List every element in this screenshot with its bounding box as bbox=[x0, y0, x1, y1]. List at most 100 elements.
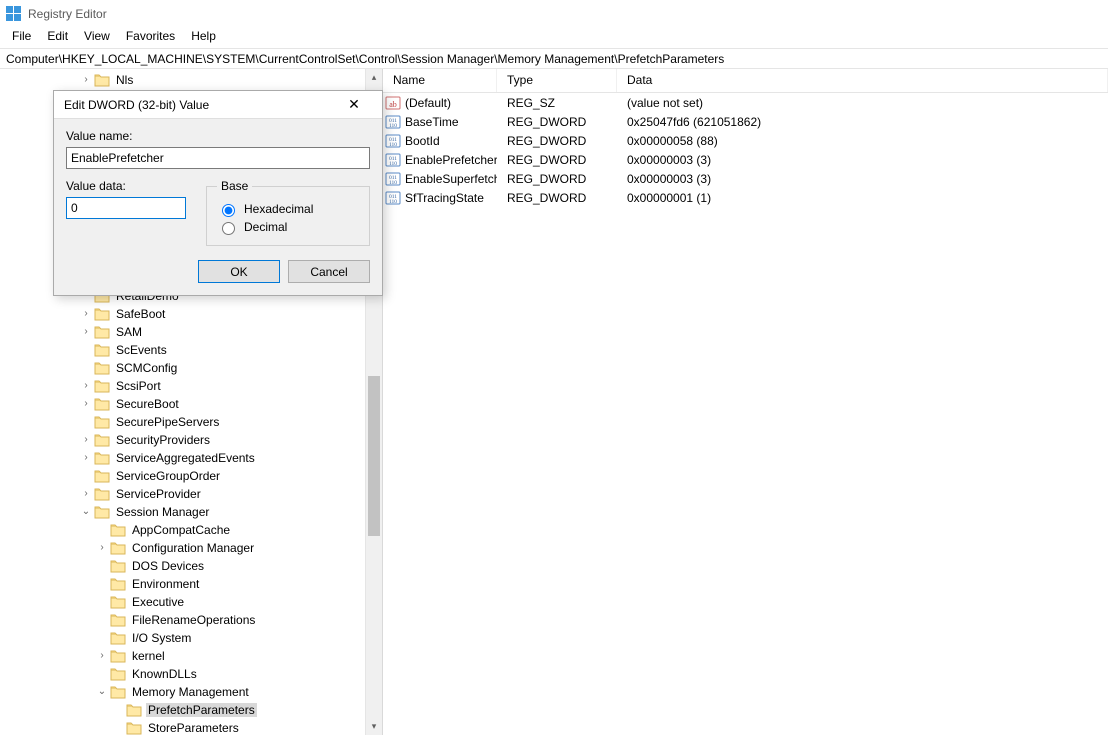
tree-item[interactable]: ·SecurePipeServers bbox=[0, 413, 365, 431]
tree-item[interactable]: ›SecurityProviders bbox=[0, 431, 365, 449]
menu-edit[interactable]: Edit bbox=[39, 28, 76, 46]
column-name[interactable]: Name bbox=[383, 69, 497, 92]
dialog-titlebar[interactable]: Edit DWORD (32-bit) Value ✕ bbox=[54, 91, 382, 119]
tree-item[interactable]: ·ScEvents bbox=[0, 341, 365, 359]
value-name: SfTracingState bbox=[405, 191, 484, 205]
tree-item[interactable]: ›kernel bbox=[0, 647, 365, 665]
value-row[interactable]: 011110BootIdREG_DWORD0x00000058 (88) bbox=[383, 131, 1108, 150]
chevron-right-icon[interactable]: › bbox=[80, 398, 92, 410]
folder-icon bbox=[94, 433, 110, 447]
tree-item-label: SafeBoot bbox=[114, 307, 167, 321]
tree-item[interactable]: ⌄Session Manager bbox=[0, 503, 365, 521]
value-data-input[interactable] bbox=[66, 197, 186, 219]
value-row[interactable]: 011110BaseTimeREG_DWORD0x25047fd6 (62105… bbox=[383, 112, 1108, 131]
chevron-right-icon[interactable]: › bbox=[80, 452, 92, 464]
tree-item[interactable]: ⌄ Memory Management bbox=[0, 683, 365, 701]
chevron-right-icon[interactable]: › bbox=[96, 542, 108, 554]
cancel-button[interactable]: Cancel bbox=[288, 260, 370, 283]
tree-item-label: SCMConfig bbox=[114, 361, 179, 375]
tree-item[interactable]: ·I/O System bbox=[0, 629, 365, 647]
binary-value-icon: 011110 bbox=[385, 190, 401, 206]
menu-favorites[interactable]: Favorites bbox=[118, 28, 183, 46]
svg-text:110: 110 bbox=[389, 142, 397, 148]
tree-item[interactable]: ·KnownDLLs bbox=[0, 665, 365, 683]
value-row[interactable]: 011110 SfTracingState REG_DWORD0x00000001 … bbox=[383, 188, 1108, 207]
tree-item[interactable]: ·SCMConfig bbox=[0, 359, 365, 377]
column-data[interactable]: Data bbox=[617, 69, 1108, 92]
string-value-icon: ab bbox=[385, 95, 401, 111]
tree-item[interactable]: › SafeBoot bbox=[0, 305, 365, 323]
value-data: 0x00000001 (1) bbox=[617, 191, 1108, 205]
tree-item-label: DOS Devices bbox=[130, 559, 206, 573]
tree-item[interactable]: ›Nls bbox=[0, 71, 365, 89]
chevron-right-icon[interactable]: › bbox=[80, 380, 92, 392]
tree-item[interactable]: ›SecureBoot bbox=[0, 395, 365, 413]
tree-item-label: KnownDLLs bbox=[130, 667, 199, 681]
tree-item[interactable]: ·Executive bbox=[0, 593, 365, 611]
chevron-right-icon[interactable]: › bbox=[80, 308, 92, 320]
tree-item[interactable]: ·Environment bbox=[0, 575, 365, 593]
value-name: EnablePrefetcher bbox=[405, 153, 497, 167]
radio-hexadecimal[interactable] bbox=[222, 204, 235, 217]
values-header: Name Type Data bbox=[383, 69, 1108, 93]
tree-item[interactable]: › ServiceAggregatedEvents bbox=[0, 449, 365, 467]
menu-help[interactable]: Help bbox=[183, 28, 224, 46]
folder-icon bbox=[94, 397, 110, 411]
folder-icon bbox=[94, 415, 110, 429]
tree-item[interactable]: ›ScsiPort bbox=[0, 377, 365, 395]
value-type: REG_DWORD bbox=[497, 134, 617, 148]
scrollbar-thumb[interactable] bbox=[368, 376, 380, 536]
ok-button[interactable]: OK bbox=[198, 260, 280, 283]
chevron-right-icon[interactable]: › bbox=[96, 650, 108, 662]
tree-item-label: Configuration Manager bbox=[130, 541, 256, 555]
tree-item[interactable]: ·PrefetchParameters bbox=[0, 701, 365, 719]
column-type[interactable]: Type bbox=[497, 69, 617, 92]
value-data: (value not set) bbox=[617, 96, 1108, 110]
value-name: BootId bbox=[405, 134, 440, 148]
radio-decimal-label: Decimal bbox=[244, 220, 287, 234]
chevron-right-icon[interactable]: › bbox=[80, 434, 92, 446]
values-list: ab(Default)REG_SZ(value not set)011110Ba… bbox=[383, 93, 1108, 207]
value-data: 0x00000003 (3) bbox=[617, 153, 1108, 167]
tree-item-label: Memory Management bbox=[130, 685, 251, 699]
value-name-input[interactable] bbox=[66, 147, 370, 169]
scroll-down-icon[interactable]: ▾ bbox=[366, 718, 382, 735]
tree-item[interactable]: ›ServiceProvider bbox=[0, 485, 365, 503]
binary-value-icon: 011110 bbox=[385, 114, 401, 130]
value-row[interactable]: ab(Default)REG_SZ(value not set) bbox=[383, 93, 1108, 112]
tree-item[interactable]: › Configuration Manager bbox=[0, 539, 365, 557]
close-icon[interactable]: ✕ bbox=[334, 91, 374, 118]
tree-item[interactable]: ·ServiceGroupOrder bbox=[0, 467, 365, 485]
tree-item[interactable]: ›SAM bbox=[0, 323, 365, 341]
chevron-down-icon[interactable]: ⌄ bbox=[80, 506, 92, 518]
dialog-title: Edit DWORD (32-bit) Value bbox=[64, 98, 209, 112]
chevron-down-icon[interactable]: ⌄ bbox=[96, 686, 108, 698]
chevron-right-icon[interactable]: › bbox=[80, 488, 92, 500]
value-data: 0x25047fd6 (621051862) bbox=[617, 115, 1108, 129]
tree-item-label: Environment bbox=[130, 577, 201, 591]
radio-decimal[interactable] bbox=[222, 222, 235, 235]
value-row[interactable]: 011110EnablePrefetcherREG_DWORD0x0000000… bbox=[383, 150, 1108, 169]
chevron-right-icon[interactable]: › bbox=[80, 74, 92, 86]
tree-item[interactable]: ·FileRenameOperations bbox=[0, 611, 365, 629]
folder-icon bbox=[126, 721, 142, 735]
tree-item-label: I/O System bbox=[130, 631, 193, 645]
folder-icon bbox=[94, 325, 110, 339]
tree-item[interactable]: ·AppCompatCache bbox=[0, 521, 365, 539]
tree-item[interactable]: ·DOS Devices bbox=[0, 557, 365, 575]
address-bar[interactable]: Computer\HKEY_LOCAL_MACHINE\SYSTEM\Curre… bbox=[0, 48, 1108, 69]
chevron-right-icon[interactable]: › bbox=[80, 326, 92, 338]
scroll-up-icon[interactable]: ▴ bbox=[366, 69, 382, 86]
menu-view[interactable]: View bbox=[76, 28, 118, 46]
tree-item-label: ServiceAggregatedEvents bbox=[114, 451, 257, 465]
svg-text:110: 110 bbox=[389, 161, 397, 167]
value-row[interactable]: 011110EnableSuperfetchREG_DWORD0x0000000… bbox=[383, 169, 1108, 188]
menu-bar: File Edit View Favorites Help bbox=[0, 28, 1108, 48]
menu-file[interactable]: File bbox=[4, 28, 39, 46]
value-type: REG_DWORD bbox=[497, 191, 617, 205]
svg-text:110: 110 bbox=[389, 199, 397, 205]
tree-item-label: SecurePipeServers bbox=[114, 415, 221, 429]
tree-item[interactable]: ·StoreParameters bbox=[0, 719, 365, 735]
radio-hexadecimal-label: Hexadecimal bbox=[244, 202, 313, 216]
folder-icon bbox=[94, 73, 110, 87]
